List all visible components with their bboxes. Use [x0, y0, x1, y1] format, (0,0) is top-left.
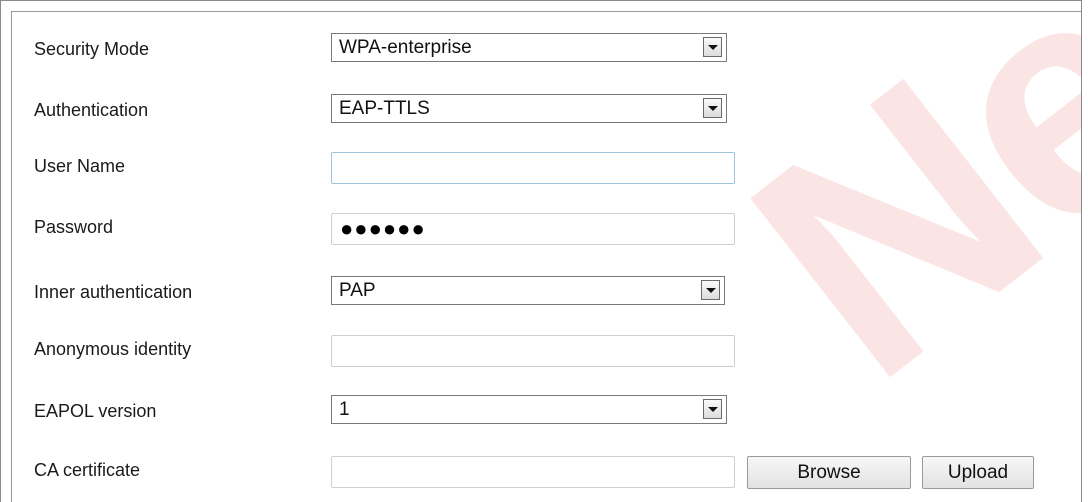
inner-authentication-value: PAP [339, 280, 376, 301]
security-mode-select[interactable]: WPA-enterprise [331, 33, 727, 62]
row-security-mode: Security Mode WPA-enterprise [1, 29, 1081, 69]
password-label: Password [34, 217, 114, 237]
row-eapol-version: EAPOL version 1 [1, 391, 1081, 431]
authentication-value: EAP-TTLS [339, 98, 430, 119]
chevron-down-icon [708, 106, 718, 111]
ca-certificate-file-input[interactable] [331, 456, 735, 488]
ca-certificate-label: CA certificate [34, 460, 141, 480]
chevron-down-icon [706, 288, 716, 293]
row-authentication: Authentication EAP-TTLS [1, 90, 1081, 130]
row-inner-authentication: Inner authentication PAP [1, 272, 1081, 312]
eapol-version-dropdown-button[interactable] [703, 399, 722, 419]
password-masked-value: ●●●●●● [340, 216, 426, 241]
security-mode-label: Security Mode [34, 39, 150, 59]
row-ca-certificate: CA certificate Browse Upload [1, 450, 1081, 490]
password-input[interactable]: ●●●●●● [331, 213, 735, 245]
inner-authentication-dropdown-button[interactable] [701, 280, 720, 300]
authentication-dropdown-button[interactable] [703, 98, 722, 118]
row-user-name: User Name [1, 146, 1081, 186]
anonymous-identity-input[interactable] [331, 335, 735, 367]
eapol-version-label: EAPOL version [34, 401, 157, 421]
chevron-down-icon [708, 45, 718, 50]
row-password: Password ●●●●●● [1, 207, 1081, 247]
inner-authentication-select[interactable]: PAP [331, 276, 725, 305]
chevron-down-icon [708, 407, 718, 412]
upload-button[interactable]: Upload [922, 456, 1034, 489]
security-mode-value: WPA-enterprise [339, 37, 472, 58]
settings-panel: Net Security Mode WPA-enterprise Authent… [0, 0, 1082, 502]
browse-button[interactable]: Browse [747, 456, 911, 489]
authentication-select[interactable]: EAP-TTLS [331, 94, 727, 123]
user-name-label: User Name [34, 156, 126, 176]
inner-authentication-label: Inner authentication [34, 282, 193, 302]
user-name-input[interactable] [331, 152, 735, 184]
eapol-version-select[interactable]: 1 [331, 395, 727, 424]
authentication-label: Authentication [34, 100, 149, 120]
security-mode-dropdown-button[interactable] [703, 37, 722, 57]
anonymous-identity-label: Anonymous identity [34, 339, 192, 359]
row-anonymous-identity: Anonymous identity [1, 329, 1081, 369]
eapol-version-value: 1 [339, 399, 350, 420]
